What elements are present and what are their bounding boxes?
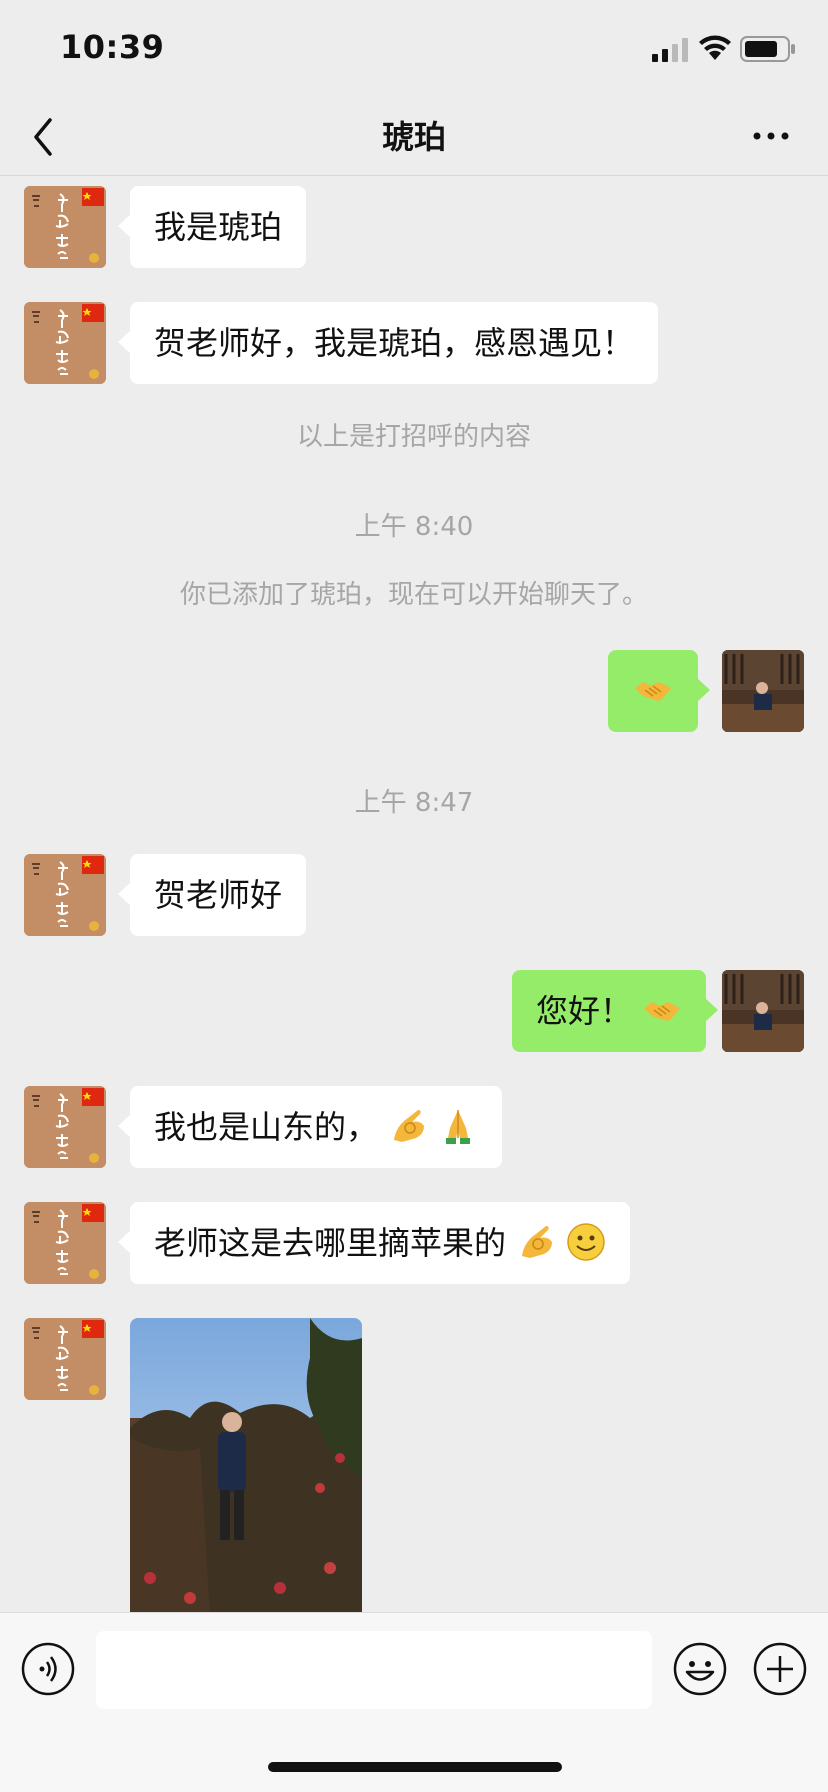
contact-avatar[interactable] <box>24 854 106 936</box>
message-bubble-outgoing[interactable] <box>608 650 710 732</box>
message-bubble[interactable]: 老师这是去哪里摘苹果的 <box>117 1202 631 1284</box>
handshake-emoji-icon <box>644 1002 681 1021</box>
my-avatar[interactable] <box>722 970 804 1052</box>
message-text: 老师这是去哪里摘苹果的 <box>154 1224 507 1262</box>
contact-avatar[interactable] <box>24 1318 106 1400</box>
wifi-icon <box>699 35 731 60</box>
calligraphy-avatar-image <box>24 302 106 384</box>
calligraphy-avatar-image <box>24 854 106 936</box>
my-avatar[interactable] <box>722 650 804 732</box>
message-text: 您好！ <box>536 992 633 1030</box>
voice-input-icon[interactable] <box>20 1641 76 1697</box>
status-bar: 10:39 <box>0 0 828 100</box>
apple-orchard-photo <box>130 1318 362 1612</box>
signal-icon <box>652 38 688 62</box>
contact-avatar[interactable] <box>24 1086 106 1168</box>
message-bubble-outgoing[interactable]: 您好！ <box>512 970 719 1052</box>
calligraphy-avatar-image <box>24 1318 106 1400</box>
calligraphy-avatar-image <box>24 1202 106 1284</box>
home-indicator <box>268 1762 562 1772</box>
message-text: 我也是山东的， <box>154 1108 379 1146</box>
image-message[interactable] <box>130 1318 362 1612</box>
message-bubble[interactable]: 我是琥珀 <box>117 186 307 268</box>
pray-emoji-icon <box>446 1110 471 1144</box>
timestamp: 上午 8:40 <box>354 512 474 542</box>
nav-bar: 琥珀 <box>0 100 828 176</box>
status-time: 10:39 <box>60 28 165 66</box>
smile-emoji-icon <box>567 1223 606 1261</box>
contact-avatar[interactable] <box>24 302 106 384</box>
chat-title: 琥珀 <box>381 118 446 156</box>
system-notice: 你已添加了琥珀，现在可以开始聊天了。 <box>179 580 648 610</box>
calligraphy-avatar-image <box>24 186 106 268</box>
ok-hand-emoji-icon <box>522 1226 553 1258</box>
battery-icon <box>740 36 795 62</box>
contact-avatar[interactable] <box>24 1202 106 1284</box>
message-bubble[interactable]: 我也是山东的， <box>117 1086 503 1168</box>
chat-area[interactable]: 我是琥珀 贺老师好，我是琥珀，感恩遇见！ 以上是打招呼的内容 上午 8:40 你… <box>0 176 828 1612</box>
handshake-emoji-icon <box>635 682 671 701</box>
message-input[interactable] <box>96 1631 652 1709</box>
more-icon[interactable] <box>752 128 790 144</box>
system-notice: 以上是打招呼的内容 <box>296 422 531 452</box>
message-bubble[interactable]: 贺老师好 <box>117 854 307 936</box>
ok-hand-emoji-icon <box>394 1110 425 1142</box>
message-bubble[interactable]: 贺老师好，我是琥珀，感恩遇见！ <box>117 302 659 384</box>
emoji-picker-icon[interactable] <box>672 1641 728 1697</box>
timestamp: 上午 8:47 <box>354 788 474 818</box>
library-avatar-image <box>722 650 804 732</box>
library-avatar-image <box>722 970 804 1052</box>
plus-icon[interactable] <box>752 1641 808 1697</box>
calligraphy-avatar-image <box>24 1086 106 1168</box>
contact-avatar[interactable] <box>24 186 106 268</box>
